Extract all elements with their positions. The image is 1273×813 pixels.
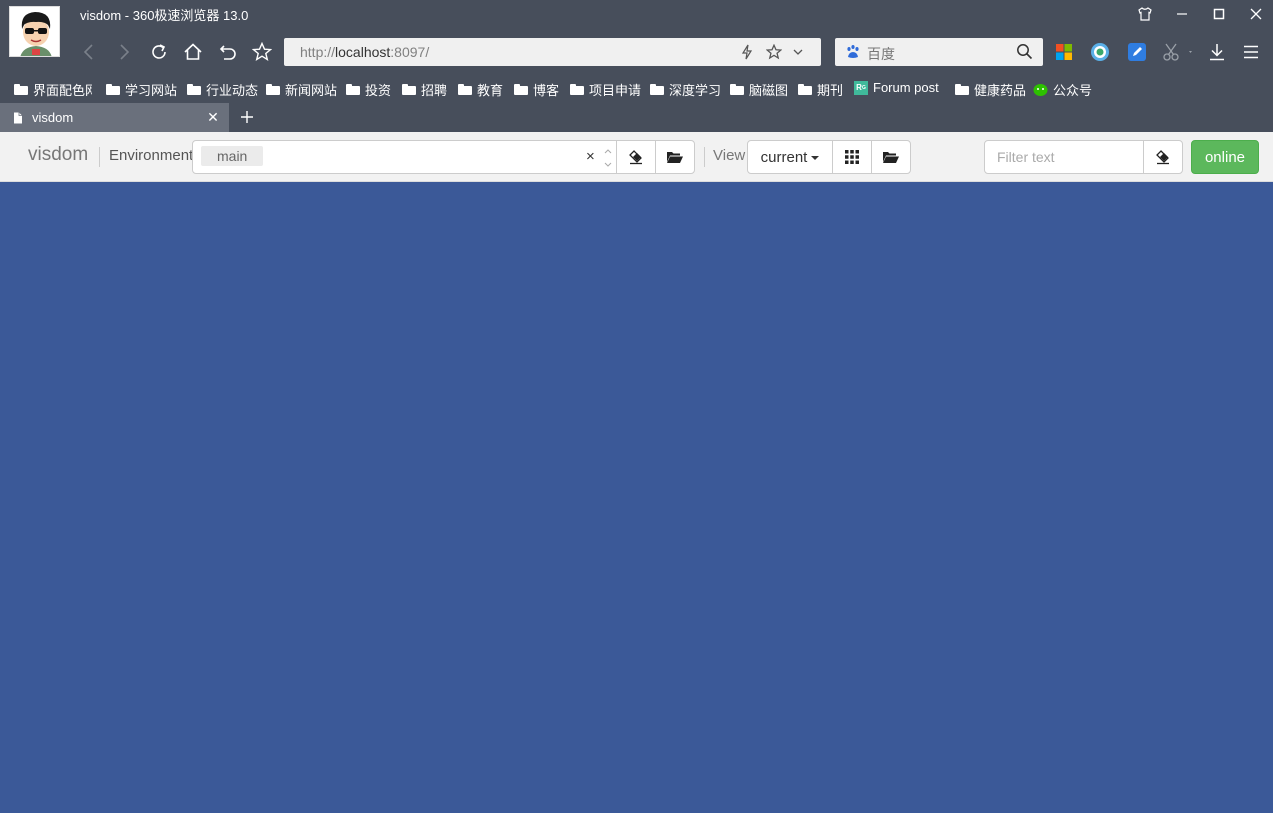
wechat-icon bbox=[1033, 83, 1048, 97]
bookmark-item[interactable]: 行业动态 bbox=[187, 80, 258, 99]
user-avatar[interactable] bbox=[9, 6, 60, 57]
tab-title: visdom bbox=[32, 110, 74, 125]
folder-icon bbox=[955, 84, 969, 95]
folder-icon bbox=[346, 84, 360, 95]
lightning-icon[interactable] bbox=[737, 42, 757, 62]
maximize-icon[interactable] bbox=[1204, 2, 1234, 26]
folder-icon bbox=[730, 84, 744, 95]
forward-icon[interactable] bbox=[111, 39, 137, 65]
minimize-icon[interactable] bbox=[1167, 2, 1197, 26]
manage-views-button[interactable] bbox=[871, 140, 911, 174]
bookmarks-bar: 界面配色网 学习网站 行业动态 新闻网站 投资 招聘 教育 博客 项目申请 深度… bbox=[0, 76, 1273, 100]
filter-input[interactable] bbox=[984, 140, 1144, 174]
search-bar[interactable]: 百度 bbox=[835, 38, 1043, 66]
download-icon[interactable] bbox=[1205, 40, 1229, 64]
eraser-icon bbox=[628, 149, 644, 165]
favorite-star-icon[interactable] bbox=[249, 39, 275, 65]
bookmark-item[interactable]: 深度学习 bbox=[650, 80, 721, 99]
environment-tag[interactable]: main bbox=[201, 146, 264, 166]
folder-icon bbox=[187, 84, 201, 95]
tab-visdom[interactable]: visdom ✕ bbox=[0, 103, 229, 132]
bookmark-item[interactable]: 项目申请 bbox=[570, 80, 641, 99]
refresh-icon[interactable] bbox=[146, 39, 172, 65]
visdom-toolbar: visdom Environment main × View current F… bbox=[0, 132, 1273, 182]
bookmark-item[interactable]: 新闻网站 bbox=[266, 80, 337, 99]
manage-env-button[interactable] bbox=[655, 140, 695, 174]
folder-icon bbox=[570, 84, 584, 95]
folder-icon bbox=[106, 84, 120, 95]
clear-filter-button[interactable] bbox=[1143, 140, 1183, 174]
edit-extension-icon[interactable] bbox=[1125, 40, 1149, 64]
folder-icon bbox=[14, 84, 28, 95]
browser-chrome: visdom - 360极速浏览器 13.0 http://localhost:… bbox=[0, 0, 1273, 132]
bookmark-item[interactable]: 公众号 bbox=[1033, 80, 1092, 99]
skin-icon[interactable] bbox=[1130, 2, 1160, 26]
caret-down-icon bbox=[811, 156, 820, 160]
visdom-brand[interactable]: visdom bbox=[28, 144, 88, 166]
folder-icon bbox=[458, 84, 472, 95]
bookmark-item[interactable]: 期刊 bbox=[798, 80, 843, 99]
extension-circle-icon[interactable] bbox=[1088, 40, 1112, 64]
bookmark-item[interactable]: 招聘 bbox=[402, 80, 447, 99]
eraser-icon bbox=[1155, 149, 1171, 165]
new-tab-icon[interactable] bbox=[236, 106, 258, 128]
baidu-paw-icon bbox=[845, 44, 861, 65]
screenshot-scissors-icon[interactable] bbox=[1160, 40, 1196, 64]
window-title: visdom - 360极速浏览器 13.0 bbox=[80, 8, 249, 23]
visdom-canvas bbox=[0, 183, 1273, 813]
clear-environment-icon[interactable]: × bbox=[586, 148, 595, 166]
close-window-icon[interactable] bbox=[1241, 2, 1271, 26]
folder-icon bbox=[798, 84, 812, 95]
folder-icon bbox=[266, 84, 280, 95]
url-host: localhost bbox=[335, 44, 391, 60]
bookmark-item[interactable]: 界面配色网 bbox=[14, 80, 92, 99]
folder-icon bbox=[514, 84, 528, 95]
address-bar[interactable]: http://localhost:8097/ bbox=[284, 38, 821, 66]
page-icon bbox=[13, 111, 23, 129]
online-status-button[interactable]: online bbox=[1191, 140, 1259, 174]
apps-grid-icon[interactable] bbox=[1052, 40, 1076, 64]
url-text[interactable]: http://localhost:8097/ bbox=[300, 44, 429, 60]
repack-grid-button[interactable] bbox=[832, 140, 872, 174]
grid-icon bbox=[845, 150, 859, 164]
search-icon[interactable] bbox=[1016, 43, 1033, 65]
divider bbox=[99, 147, 100, 167]
url-prefix: http:// bbox=[300, 44, 336, 60]
folder-icon bbox=[402, 84, 416, 95]
folder-open-icon bbox=[882, 150, 900, 164]
view-selected: current bbox=[760, 148, 808, 166]
environment-label: Environment bbox=[109, 147, 194, 164]
view-label: View bbox=[713, 147, 746, 164]
search-placeholder: 百度 bbox=[867, 46, 895, 62]
close-tab-icon[interactable]: ✕ bbox=[205, 109, 221, 125]
researchgate-icon: RG bbox=[854, 80, 868, 95]
chevron-down-icon[interactable] bbox=[788, 42, 808, 62]
environment-select[interactable]: main × bbox=[192, 140, 617, 174]
folder-icon bbox=[650, 84, 664, 95]
url-rest: :8097/ bbox=[390, 44, 430, 60]
clear-env-button[interactable] bbox=[616, 140, 656, 174]
back-icon[interactable] bbox=[76, 39, 102, 65]
menu-icon[interactable] bbox=[1239, 40, 1263, 64]
bookmark-item[interactable]: RG Forum post bbox=[854, 80, 940, 95]
bookmark-item[interactable]: 脑磁图 bbox=[730, 80, 788, 99]
environment-spinner-icon[interactable] bbox=[603, 146, 613, 170]
view-dropdown[interactable]: current bbox=[747, 140, 833, 174]
undo-icon[interactable] bbox=[215, 39, 241, 65]
bookmark-item[interactable]: 教育 bbox=[458, 80, 503, 99]
folder-open-icon bbox=[666, 150, 684, 164]
divider bbox=[704, 147, 705, 167]
bookmark-item[interactable]: 博客 bbox=[514, 80, 559, 99]
home-icon[interactable] bbox=[180, 39, 206, 65]
bookmark-item[interactable]: 学习网站 bbox=[106, 80, 177, 99]
bookmark-item[interactable]: 投资 bbox=[346, 80, 391, 99]
bookmark-star-icon[interactable] bbox=[764, 42, 784, 62]
bookmark-item[interactable]: 健康药品 bbox=[955, 80, 1026, 99]
